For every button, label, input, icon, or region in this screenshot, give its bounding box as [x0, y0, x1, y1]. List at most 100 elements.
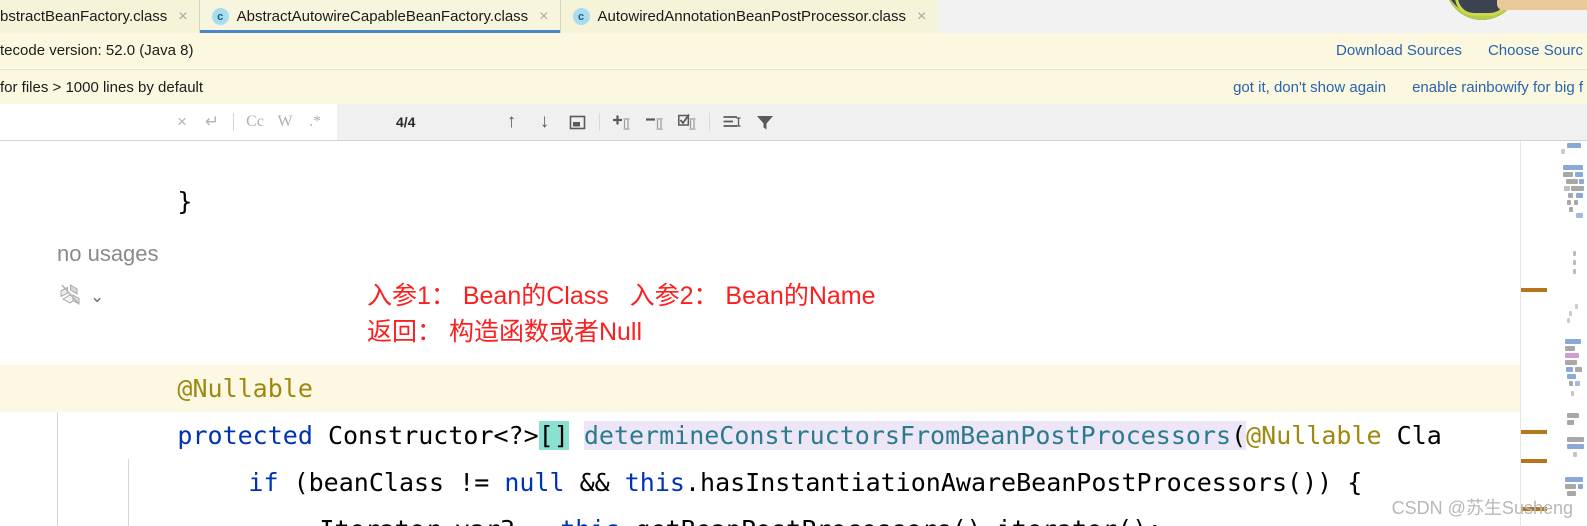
find-toolbar: × ↵ Cc W .* 4/4 ↑ ↓ [0, 104, 1587, 141]
minimap-block [1567, 437, 1584, 442]
minimap-block [1567, 318, 1570, 323]
notification-bar-bytecode-version: tecode version: 52.0 (Java 8) Download S… [0, 33, 1587, 68]
filter-icon[interactable] [748, 108, 781, 136]
tab-label: AutowiredAnnotationBeanPostProcessor.cla… [597, 8, 907, 25]
minimap-block [1561, 149, 1565, 154]
minimap-block [1571, 391, 1574, 396]
minimap-block [1568, 193, 1573, 198]
minimap-block [1563, 165, 1583, 170]
indent-icon[interactable] [715, 108, 748, 136]
minimap-block [1575, 304, 1578, 309]
minimap-block [1573, 452, 1577, 457]
code-line-if-condition[interactable]: if (beanClass != null && this.hasInstant… [0, 412, 1587, 497]
minimap-block [1566, 179, 1578, 184]
whole-words-toggle[interactable]: W [271, 109, 299, 135]
minimap-block [1565, 346, 1575, 351]
minimap-block [1569, 311, 1572, 316]
minimap-block [1575, 381, 1580, 386]
marker-stripe-item[interactable] [1521, 288, 1547, 292]
notification-actions: Download Sources Choose Sourc [1336, 42, 1587, 59]
editor-minimap[interactable] [1520, 141, 1587, 526]
code-text-layer[interactable]: } @Nullable protected Constructor<?>[] d… [0, 141, 1587, 526]
minimap-block [1575, 172, 1583, 177]
close-icon[interactable]: × [168, 109, 196, 135]
minimap-block [1576, 213, 1583, 218]
code-token-iterator-decl: Iterator var3 = [319, 515, 560, 526]
match-count: 4/4 [396, 114, 416, 130]
watermark: CSDN @苏生Susheng [1391, 498, 1573, 518]
minimap-block [1565, 477, 1583, 482]
minimap-block [1578, 484, 1583, 489]
divider [599, 113, 600, 131]
close-icon[interactable]: × [917, 8, 926, 25]
code-line-nullable-annotation[interactable]: @Nullable [0, 318, 1587, 403]
divider [233, 113, 234, 131]
editor-tab-autowired-annotation-bean-post-processor[interactable]: c AutowiredAnnotationBeanPostProcessor.c… [560, 0, 938, 33]
minimap-block [1576, 193, 1583, 198]
toggle-selection-icon[interactable] [671, 108, 704, 136]
minimap-block [1567, 413, 1579, 418]
minimap-block [1567, 200, 1571, 205]
minimap-block [1565, 360, 1577, 365]
overlay-artifact-secondary [1497, 0, 1587, 10]
code-editor[interactable]: no usages ⌄ 入参1： Bean的Class 入参2： Bean的Na… [0, 141, 1587, 526]
close-icon[interactable]: × [539, 8, 548, 25]
choose-sources-link[interactable]: Choose Sourc [1488, 42, 1583, 59]
notification-bar-rainbowify: for files > 1000 lines by default got it… [0, 69, 1587, 104]
regex-toggle[interactable]: .* [301, 109, 329, 135]
minimap-block [1563, 172, 1573, 177]
minimap-block [1567, 374, 1576, 379]
minimap-block [1566, 367, 1573, 372]
code-line-method-signature[interactable]: protected Constructor<?>[] determineCons… [0, 365, 1587, 450]
minimap-block [1573, 251, 1576, 256]
code-token-iterator-tail: .getBeanPostProcessors().iterator(); [620, 515, 1162, 526]
close-icon[interactable]: × [178, 8, 187, 25]
notification-text: tecode version: 52.0 (Java 8) [0, 42, 194, 59]
marker-stripe-item[interactable] [1521, 430, 1547, 434]
minimap-block [1574, 200, 1578, 205]
minimap-block [1564, 186, 1570, 191]
select-all-occurrences-icon[interactable] [561, 108, 594, 136]
editor-tab-abstract-bean-factory[interactable]: bstractBeanFactory.class × [0, 0, 199, 33]
minimap-block [1573, 269, 1576, 274]
minimap-block [1567, 444, 1584, 449]
minimap-block [1579, 179, 1584, 184]
editor-tab-bar: bstractBeanFactory.class × c AbstractAut… [0, 0, 1587, 33]
code-token-keyword-this: this [560, 515, 620, 526]
download-sources-link[interactable]: Download Sources [1336, 42, 1462, 59]
notification-actions: got it, don't show again enable rainbowi… [1233, 79, 1587, 96]
got-it-dont-show-again-link[interactable]: got it, don't show again [1233, 79, 1386, 96]
minimap-block [1565, 339, 1581, 344]
tab-bar-empty-space [937, 0, 1587, 33]
tab-label: bstractBeanFactory.class [0, 8, 168, 25]
tab-label: AbstractAutowireCapableBeanFactory.class [236, 8, 529, 25]
minimap-block [1565, 353, 1579, 358]
ide-window: bstractBeanFactory.class × c AbstractAut… [0, 0, 1587, 526]
enable-rainbowify-link[interactable]: enable rainbowify for big f [1412, 79, 1583, 96]
code-line-iterator[interactable]: Iterator var3 = this.getBeanPostProcesso… [0, 459, 1587, 526]
minimap-block [1567, 143, 1581, 148]
find-actions: ↑ ↓ [495, 104, 781, 140]
minimap-block [1567, 420, 1574, 425]
minimap-block [1575, 367, 1582, 372]
divider [709, 113, 710, 131]
minimap-block [1565, 484, 1576, 489]
java-class-icon: c [211, 8, 229, 25]
editor-tab-abstract-autowire-capable-bean-factory[interactable]: c AbstractAutowireCapableBeanFactory.cla… [199, 0, 560, 33]
add-selection-icon[interactable] [605, 108, 638, 136]
previous-occurrence-icon[interactable]: ↑ [495, 108, 528, 136]
notification-text: for files > 1000 lines by default [0, 78, 204, 96]
remove-selection-icon[interactable] [638, 108, 671, 136]
newline-icon[interactable]: ↵ [198, 109, 226, 135]
next-occurrence-icon[interactable]: ↓ [528, 108, 561, 136]
code-line-closing-brace[interactable]: } [0, 141, 1587, 216]
minimap-block [1569, 207, 1573, 212]
minimap-block [1569, 381, 1573, 386]
minimap-block [1573, 260, 1576, 265]
code-token-brace: } [177, 187, 193, 216]
java-class-icon: c [572, 8, 590, 25]
match-case-toggle[interactable]: Cc [241, 109, 269, 135]
search-input-area[interactable]: × ↵ Cc W .* [0, 104, 337, 140]
minimap-block [1571, 186, 1584, 191]
marker-stripe-item[interactable] [1521, 459, 1547, 463]
